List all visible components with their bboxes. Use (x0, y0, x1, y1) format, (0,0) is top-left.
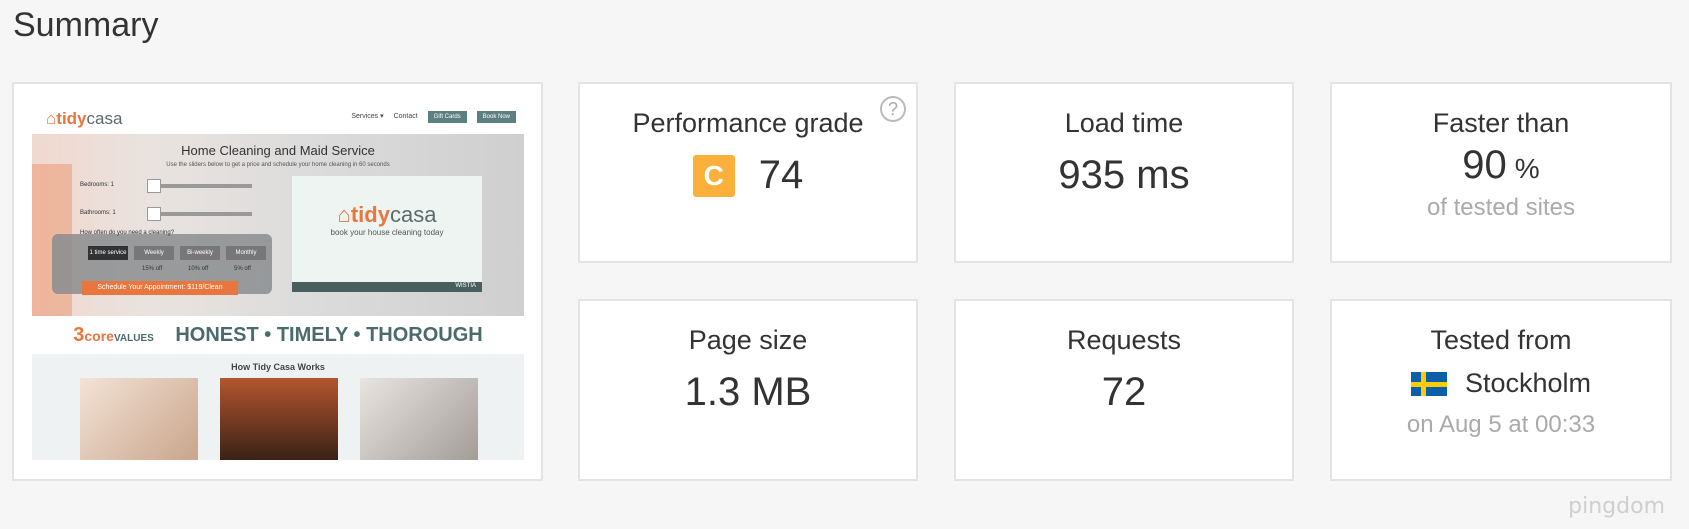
site-hero: Home Cleaning and Maid Service Use the s… (32, 134, 524, 316)
tested-from-card: Tested from Stockholm on Aug 5 at 00:33 (1330, 299, 1672, 481)
percent-unit: % (1514, 153, 1540, 184)
site-core-values: 3coreVALUES HONEST • TIMELY • THOROUGH (32, 316, 524, 354)
load-time-card: Load time 935 ms (954, 82, 1294, 263)
performance-grade-card: ? Performance grade C 74 (578, 82, 918, 263)
site-nav: ⌂tidycasa Services ▾ Contact Gift Cards … (32, 102, 524, 134)
faster-than-sub: of tested sites (1426, 194, 1576, 221)
page-size-card: Page size 1.3 MB (578, 299, 918, 481)
website-screenshot: ⌂tidycasa Services ▾ Contact Gift Cards … (32, 102, 524, 460)
page-size-label: Page size (688, 325, 808, 355)
grade-score: 74 (758, 153, 804, 197)
pingdom-logo: pingdom (1568, 494, 1665, 519)
load-time-value: 935 ms (1058, 153, 1190, 197)
requests-label: Requests (1066, 325, 1182, 355)
tested-from-city: Stockholm (1464, 368, 1592, 398)
performance-grade-label: Performance grade (632, 108, 864, 138)
site-nav-links: Services ▾ Contact Gift Cards Book Now (343, 111, 516, 123)
website-screenshot-card[interactable]: ⌂tidycasa Services ▾ Contact Gift Cards … (12, 82, 543, 481)
page-title: Summary (13, 6, 159, 44)
faster-than-label: Faster than (1432, 108, 1570, 138)
tested-from-label: Tested from (1430, 325, 1572, 355)
site-logo: ⌂tidycasa (46, 109, 123, 128)
tested-from-date: on Aug 5 at 00:33 (1406, 411, 1596, 438)
page-size-value: 1.3 MB (684, 370, 812, 414)
faster-than-value: 90 (1462, 143, 1507, 187)
grade-letter-badge: C (692, 154, 735, 197)
load-time-label: Load time (1064, 108, 1184, 138)
faster-than-card: Faster than 90% of tested sites (1330, 82, 1672, 263)
site-video: ⌂tidycasa book your house cleaning today (292, 176, 482, 282)
help-icon[interactable]: ? (880, 96, 906, 122)
requests-value: 72 (1101, 370, 1147, 414)
requests-card: Requests 72 (954, 299, 1294, 481)
site-how-it-works: How Tidy Casa Works (32, 354, 524, 460)
sweden-flag-icon (1410, 371, 1447, 396)
